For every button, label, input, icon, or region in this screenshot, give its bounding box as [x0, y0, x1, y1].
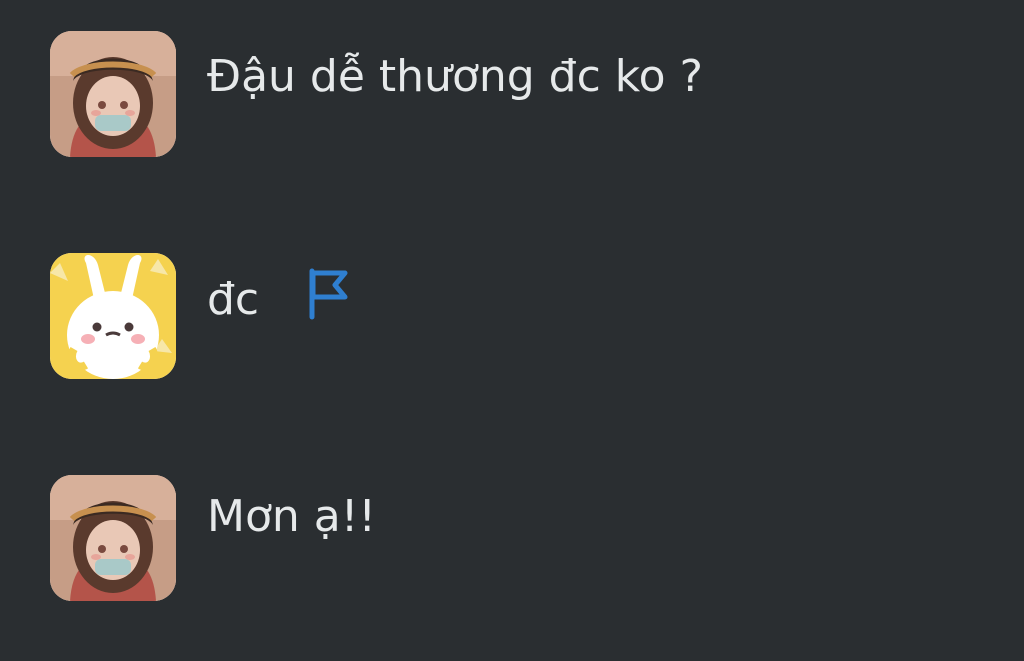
message-text: Đậu dễ thương đc ko ?: [207, 51, 703, 102]
girl-avatar-icon[interactable]: [50, 475, 176, 601]
crying-bunny-avatar-icon[interactable]: [50, 253, 176, 379]
chat-message: Mơn ạ!!: [50, 475, 990, 603]
message-text: Mơn ạ!!: [207, 491, 376, 542]
chat-thread: Đậu dễ thương đc ko ? đc Mơn ạ!!: [0, 0, 1024, 661]
flag-icon[interactable]: [303, 267, 351, 321]
message-text: đc: [207, 274, 260, 325]
chat-message: Đậu dễ thương đc ko ?: [50, 31, 990, 159]
girl-avatar-icon[interactable]: [50, 31, 176, 157]
chat-message: đc: [50, 253, 990, 381]
